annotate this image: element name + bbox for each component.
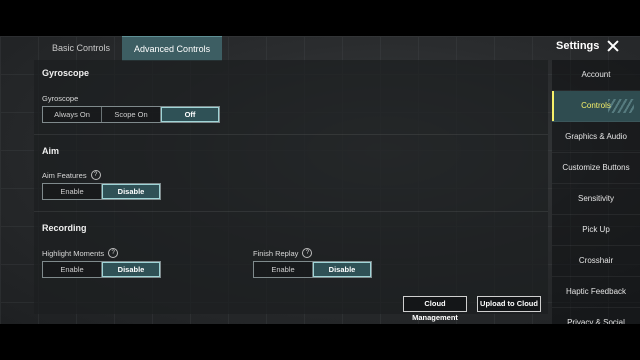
settings-screen: Basic Controls Advanced Controls Setting…	[0, 36, 640, 324]
sidebar-item-sensitivity[interactable]: Sensitivity	[552, 184, 640, 215]
sidebar-item-haptic-feedback[interactable]: Haptic Feedback	[552, 277, 640, 308]
aim-features-label: Aim Features ?	[42, 170, 101, 180]
sidebar-item-customize-buttons[interactable]: Customize Buttons	[552, 153, 640, 184]
upload-to-cloud-button[interactable]: Upload to Cloud	[477, 296, 541, 312]
close-icon[interactable]	[607, 40, 619, 52]
gyroscope-label-text: Gyroscope	[42, 94, 79, 103]
section-title-aim: Aim	[42, 146, 60, 156]
aim-features-selector: Enable Disable	[42, 183, 161, 200]
highlight-moments-label-text: Highlight Moments	[42, 248, 105, 258]
sidebar-item-controls[interactable]: Controls	[552, 91, 640, 122]
divider	[34, 134, 548, 135]
finish-replay-label: Finish Replay ?	[253, 248, 313, 258]
settings-sidebar: Account Controls Graphics & Audio Custom…	[552, 60, 640, 324]
sidebar-item-account[interactable]: Account	[552, 60, 640, 91]
help-icon[interactable]: ?	[302, 248, 313, 258]
sidebar-item-privacy-social[interactable]: Privacy & Social	[552, 308, 640, 324]
tab-basic-controls[interactable]: Basic Controls	[40, 36, 122, 60]
settings-header: Settings	[556, 40, 619, 52]
page-title: Settings	[556, 40, 600, 52]
highlight-moments-label: Highlight Moments ?	[42, 248, 119, 258]
highlight-moments-selector: Enable Disable	[42, 261, 161, 278]
replay-option-enable[interactable]: Enable	[254, 262, 313, 277]
aim-features-label-text: Aim Features	[42, 170, 87, 180]
highlight-option-enable[interactable]: Enable	[43, 262, 102, 277]
section-title-recording: Recording	[42, 223, 87, 233]
help-icon[interactable]: ?	[108, 248, 119, 258]
sidebar-item-graphics-audio[interactable]: Graphics & Audio	[552, 122, 640, 153]
sidebar-item-pick-up[interactable]: Pick Up	[552, 215, 640, 246]
tab-bar: Basic Controls Advanced Controls	[40, 36, 223, 61]
help-icon[interactable]: ?	[90, 170, 101, 180]
section-title-gyroscope: Gyroscope	[42, 68, 90, 78]
gyroscope-option-off[interactable]: Off	[161, 107, 219, 122]
gyroscope-option-always-on[interactable]: Always On	[43, 107, 102, 122]
divider	[34, 211, 548, 212]
cloud-management-button[interactable]: Cloud Management	[403, 296, 467, 322]
highlight-option-disable[interactable]: Disable	[102, 262, 160, 277]
settings-panel: Gyroscope Gyroscope Always On Scope On O…	[34, 60, 548, 314]
aim-option-enable[interactable]: Enable	[43, 184, 102, 199]
gyroscope-selector: Always On Scope On Off	[42, 106, 220, 123]
finish-replay-label-text: Finish Replay	[253, 248, 299, 258]
tab-advanced-controls[interactable]: Advanced Controls	[122, 36, 223, 61]
gyroscope-option-scope-on[interactable]: Scope On	[102, 107, 161, 122]
sidebar-item-crosshair[interactable]: Crosshair	[552, 246, 640, 277]
gyroscope-label: Gyroscope	[42, 94, 78, 103]
replay-option-disable[interactable]: Disable	[313, 262, 371, 277]
finish-replay-selector: Enable Disable	[253, 261, 372, 278]
aim-option-disable[interactable]: Disable	[102, 184, 160, 199]
